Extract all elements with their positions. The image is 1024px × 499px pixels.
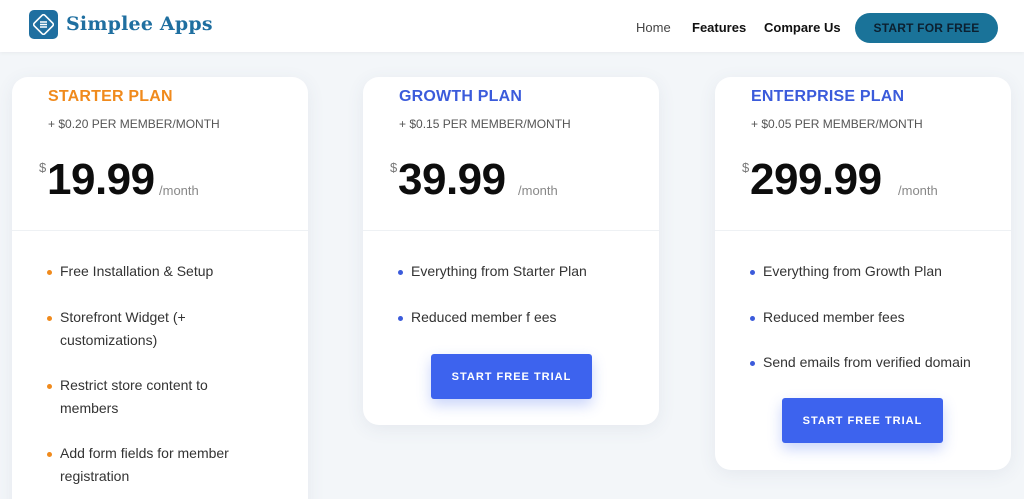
growth-plan-card: GROWTH PLAN + $0.15 PER MEMBER/MONTH $ 3… xyxy=(363,77,659,425)
logo-icon xyxy=(29,9,58,39)
list-item: Reduced member fees xyxy=(750,306,905,329)
bullet-icon xyxy=(47,384,52,389)
plan-name: ENTERPRISE PLAN xyxy=(751,88,905,105)
site-header: Simplee Apps Home Features Compare Us ST… xyxy=(0,0,1024,52)
start-for-free-button[interactable]: START FOR FREE xyxy=(855,13,998,43)
enterprise-plan-card: ENTERPRISE PLAN + $0.05 PER MEMBER/MONTH… xyxy=(715,77,1011,470)
nav-home[interactable]: Home xyxy=(636,20,671,35)
price-period: /month xyxy=(898,183,938,198)
list-item-continued: registration xyxy=(60,468,130,484)
price-amount: 19.99 xyxy=(47,155,155,204)
list-item: Add form fields for member xyxy=(47,442,229,465)
list-item: Free Installation & Setup xyxy=(47,260,213,283)
bullet-icon xyxy=(398,270,403,275)
bullet-icon xyxy=(750,316,755,321)
divider xyxy=(363,230,659,231)
divider xyxy=(12,230,308,231)
list-item-continued: customizations) xyxy=(60,332,158,348)
plan-fee: + $0.05 PER MEMBER/MONTH xyxy=(751,117,923,131)
currency-symbol: $ xyxy=(742,160,750,175)
plan-name: GROWTH PLAN xyxy=(399,88,523,105)
bullet-icon xyxy=(47,316,52,321)
bullet-icon xyxy=(750,270,755,275)
nav-features[interactable]: Features xyxy=(692,20,746,35)
list-item: Everything from Starter Plan xyxy=(398,260,587,283)
plan-fee: + $0.20 PER MEMBER/MONTH xyxy=(48,117,220,131)
list-item: Reduced member f ees xyxy=(398,306,557,329)
list-item: Restrict store content to xyxy=(47,374,208,397)
bullet-icon xyxy=(47,452,52,457)
logo[interactable]: Simplee Apps xyxy=(29,9,213,39)
list-item: Storefront Widget (+ xyxy=(47,306,186,329)
divider xyxy=(715,230,1011,231)
bullet-icon xyxy=(398,316,403,321)
starter-plan-card: STARTER PLAN + $0.20 PER MEMBER/MONTH $ … xyxy=(12,77,308,499)
plan-name: STARTER PLAN xyxy=(48,88,173,105)
bullet-icon xyxy=(47,270,52,275)
price-amount: 39.99 xyxy=(398,155,506,204)
list-item: Send emails from verified domain xyxy=(750,351,971,374)
currency-symbol: $ xyxy=(39,160,47,175)
start-free-trial-button[interactable]: START FREE TRIAL xyxy=(431,354,592,399)
nav-compare-us[interactable]: Compare Us xyxy=(764,20,841,35)
currency-symbol: $ xyxy=(390,160,398,175)
price-amount: 299.99 xyxy=(750,155,882,204)
start-free-trial-button[interactable]: START FREE TRIAL xyxy=(782,398,943,443)
plan-fee: + $0.15 PER MEMBER/MONTH xyxy=(399,117,571,131)
list-item: Everything from Growth Plan xyxy=(750,260,942,283)
price-period: /month xyxy=(159,183,199,198)
list-item-continued: members xyxy=(60,400,119,416)
logo-text: Simplee Apps xyxy=(66,13,213,35)
price-period: /month xyxy=(518,183,558,198)
bullet-icon xyxy=(750,361,755,366)
